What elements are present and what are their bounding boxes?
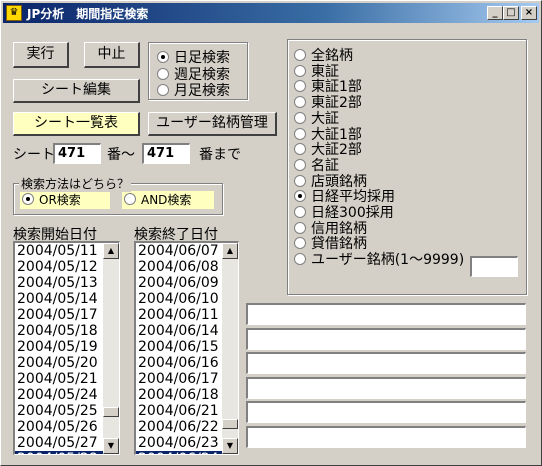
- output-field[interactable]: [246, 426, 526, 448]
- output-field[interactable]: [246, 352, 526, 375]
- market-option-label: ユーザー銘柄(1〜9999): [311, 252, 465, 269]
- radio-indicator: [294, 64, 306, 77]
- radio-indicator: [294, 174, 306, 187]
- output-field[interactable]: [246, 303, 526, 325]
- maximize-button[interactable]: □: [503, 6, 519, 20]
- output-field[interactable]: [246, 376, 526, 399]
- radio-indicator: [294, 80, 306, 93]
- radio-indicator: [294, 49, 306, 61]
- radio-monthly[interactable]: 月足検索: [157, 80, 230, 100]
- radio-and-label: AND検索: [141, 193, 192, 207]
- end-date-list[interactable]: 2004/06/07 2004/06/08 2004/06/09 2004/06/10…: [134, 241, 239, 455]
- radio-indicator: [294, 237, 306, 250]
- minimize-button[interactable]: _: [487, 6, 503, 20]
- stop-button[interactable]: 中止: [84, 42, 140, 68]
- scroll-up-icon[interactable]: ▲: [103, 243, 119, 259]
- radio-or-label: OR検索: [39, 193, 81, 207]
- radio-indicator: [294, 190, 306, 203]
- scroll-down-icon[interactable]: ▼: [103, 438, 119, 454]
- market-group: 全銘柄 東証 東証1部 東証2部 大証 大証1部 大証2部 名証 店頭銘柄 日経平均採用 日経300…: [287, 39, 527, 295]
- radio-indicator: [294, 111, 306, 124]
- radio-daily-indicator: [157, 51, 169, 63]
- title-bar[interactable]: ♛ JP分析 期間指定検索 _ □ ×: [3, 3, 539, 23]
- radio-indicator: [294, 143, 306, 156]
- start-date-list[interactable]: 2004/05/11 2004/05/12 2004/05/13 2004/05/14…: [13, 241, 120, 455]
- radio-indicator: [294, 127, 306, 140]
- run-button[interactable]: 実行: [13, 42, 69, 68]
- sheet-suffix-label: 番まで: [199, 147, 241, 163]
- output-field[interactable]: [246, 401, 526, 424]
- scroll-thumb[interactable]: [222, 419, 238, 429]
- radio-or-search[interactable]: OR検索: [20, 191, 110, 209]
- user-stock-management-button[interactable]: ユーザー銘柄管理: [148, 112, 277, 136]
- start-date-scrollbar[interactable]: ▲ ▼: [103, 243, 119, 454]
- sheet-list-button[interactable]: シート一覧表: [13, 112, 140, 136]
- sheet-from-input[interactable]: 471: [53, 143, 101, 164]
- radio-indicator: [294, 253, 306, 266]
- radio-monthly-indicator: [157, 84, 169, 96]
- search-method-title: 検索方法はどちら？: [19, 175, 132, 192]
- edit-sheet-button[interactable]: シート編集: [13, 79, 140, 103]
- radio-and-search[interactable]: AND検索: [122, 191, 214, 209]
- radio-or-indicator: [22, 193, 34, 205]
- end-date-scrollbar[interactable]: ▲ ▼: [222, 243, 238, 454]
- sheet-label: シート: [13, 147, 55, 163]
- radio-indicator: [294, 221, 306, 234]
- scroll-up-icon[interactable]: ▲: [222, 243, 238, 259]
- user-code-input[interactable]: [470, 256, 518, 277]
- main-window: ♛ JP分析 期間指定検索 _ □ × 実行 中止 シート編集 シート一覧表 ユ…: [0, 0, 542, 466]
- radio-monthly-label: 月足検索: [174, 83, 230, 99]
- sheet-middle-label: 番〜: [107, 147, 135, 163]
- sheet-to-input[interactable]: 471: [142, 143, 190, 164]
- output-field[interactable]: [246, 327, 526, 350]
- search-mode-group: 日足検索 週足検索 月足検索: [148, 42, 248, 100]
- radio-indicator: [294, 96, 306, 109]
- scroll-thumb[interactable]: [103, 407, 119, 417]
- radio-indicator: [294, 158, 306, 171]
- radio-weekly-indicator: [157, 68, 169, 80]
- close-button[interactable]: ×: [521, 6, 537, 20]
- radio-and-indicator: [124, 193, 136, 205]
- app-logo-icon: ♛: [6, 5, 22, 21]
- scroll-down-icon[interactable]: ▼: [222, 438, 238, 454]
- window-title: JP分析 期間指定検索: [27, 7, 149, 21]
- market-option[interactable]: ユーザー銘柄(1〜9999): [294, 249, 464, 269]
- radio-indicator: [294, 206, 306, 218]
